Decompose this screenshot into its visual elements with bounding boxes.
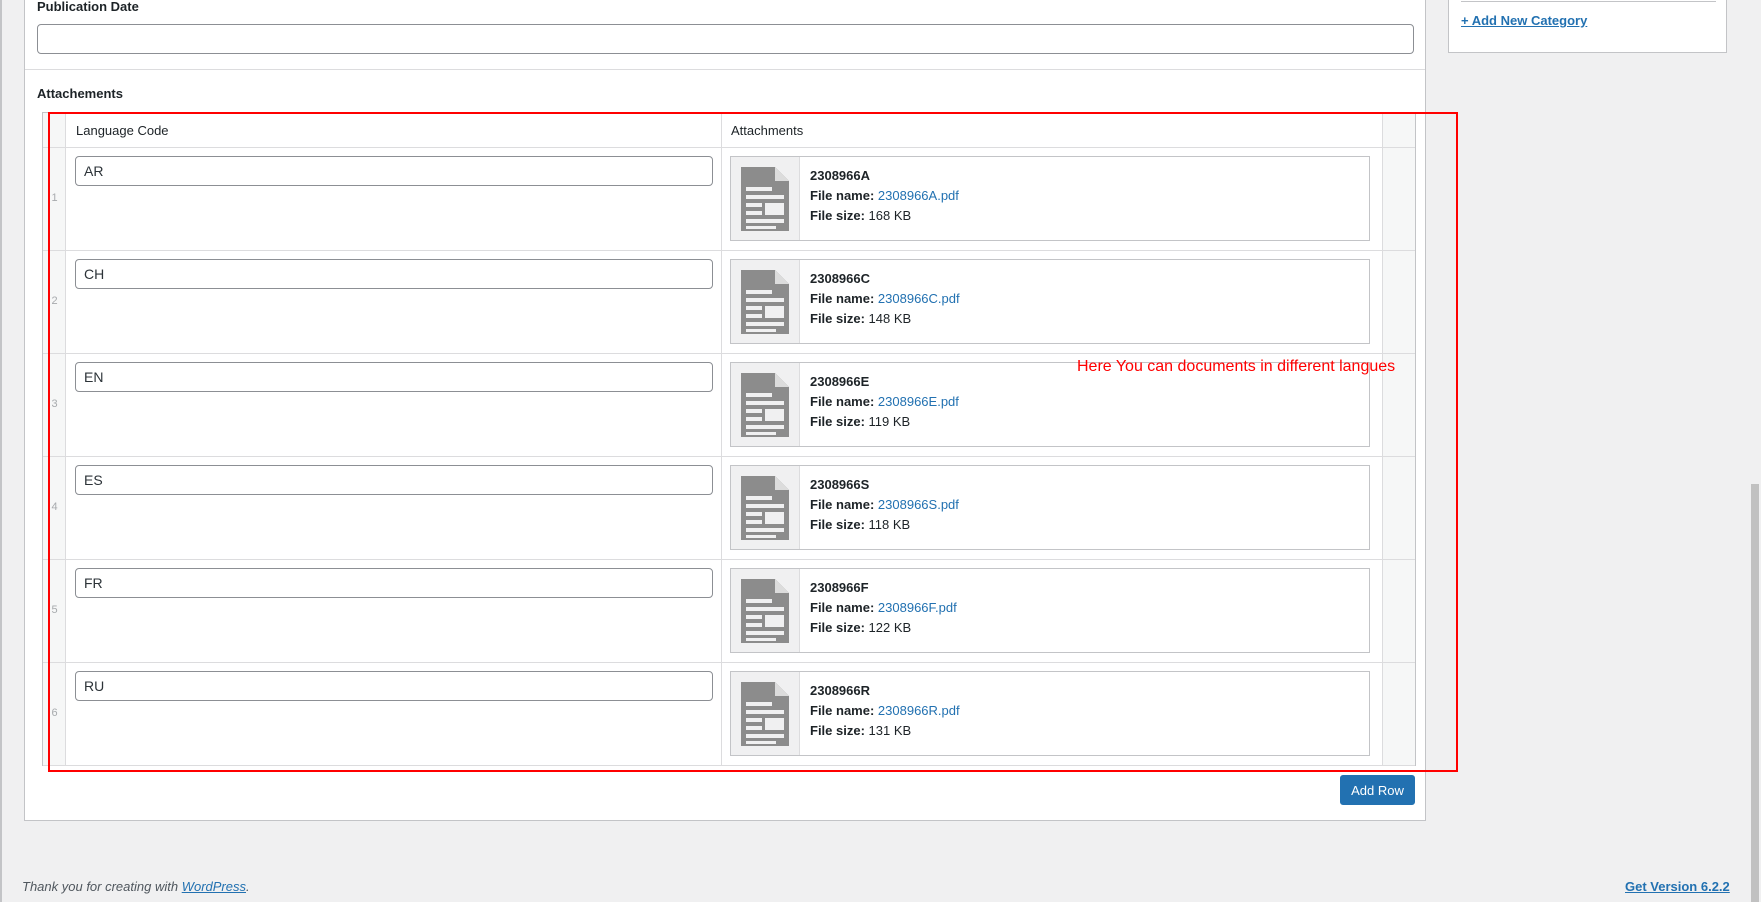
attachment-file-link[interactable]: 2308966F.pdf bbox=[878, 600, 957, 615]
attachment-title: 2308966C bbox=[810, 271, 870, 286]
table-row: 4 2308966S File name: 2308966S.pdf File siz… bbox=[43, 457, 1415, 560]
file-size-label: File size: bbox=[810, 311, 865, 326]
attachment-file-size: File size: 122 KB bbox=[810, 620, 911, 635]
file-size-value: 148 KB bbox=[868, 311, 912, 326]
footer-thanks: Thank you for creating with WordPress. bbox=[22, 879, 250, 894]
add-new-category-link[interactable]: + Add New Category bbox=[1461, 13, 1587, 28]
row-number[interactable]: 5 bbox=[43, 604, 66, 616]
row-number[interactable]: 4 bbox=[43, 501, 66, 513]
attachment-file-name: File name: 2308966S.pdf bbox=[810, 497, 959, 512]
row-number[interactable]: 2 bbox=[43, 295, 66, 307]
admin-left-edge bbox=[0, 0, 2, 902]
file-name-label: File name: bbox=[810, 600, 875, 615]
document-icon bbox=[731, 260, 800, 343]
attachment-file-name: File name: 2308966E.pdf bbox=[810, 394, 959, 409]
language-code-input[interactable] bbox=[75, 671, 713, 701]
file-size-label: File size: bbox=[810, 414, 865, 429]
attachment-file-size: File size: 168 KB bbox=[810, 208, 911, 223]
table-row: 5 2308966F File name: 2308966F.pdf File siz… bbox=[43, 560, 1415, 663]
document-icon bbox=[731, 157, 800, 240]
attachment-title: 2308966F bbox=[810, 580, 869, 595]
attachment-title: 2308966E bbox=[810, 374, 870, 389]
file-name-label: File name: bbox=[810, 703, 875, 718]
wordpress-link[interactable]: WordPress bbox=[182, 879, 246, 894]
attachment-file-name: File name: 2308966R.pdf bbox=[810, 703, 960, 718]
table-row: 2 2308966C File name: 2308966C.pdf File siz… bbox=[43, 251, 1415, 354]
field-divider bbox=[25, 69, 1425, 70]
table-header: Language Code Attachments bbox=[43, 113, 1415, 148]
document-icon bbox=[731, 363, 800, 446]
footer-thanks-prefix: Thank you for creating with bbox=[22, 879, 182, 894]
document-icon bbox=[731, 672, 800, 755]
attachment-file-name: File name: 2308966F.pdf bbox=[810, 600, 957, 615]
attachment-file[interactable]: 2308966R File name: 2308966R.pdf File size… bbox=[730, 671, 1370, 756]
attachment-file[interactable]: 2308966F File name: 2308966F.pdf File size… bbox=[730, 568, 1370, 653]
attachment-file-name: File name: 2308966A.pdf bbox=[810, 188, 959, 203]
attachment-file-link[interactable]: 2308966C.pdf bbox=[878, 291, 960, 306]
file-size-label: File size: bbox=[810, 517, 865, 532]
attachment-file-size: File size: 131 KB bbox=[810, 723, 911, 738]
language-code-input[interactable] bbox=[75, 362, 713, 392]
table-row: 1 2308966A File name: 2308966A.pdf File siz… bbox=[43, 148, 1415, 251]
file-name-label: File name: bbox=[810, 291, 875, 306]
footer-thanks-suffix: . bbox=[246, 879, 250, 894]
document-icon bbox=[731, 466, 800, 549]
row-number[interactable]: 1 bbox=[43, 192, 66, 204]
header-attachments: Attachments bbox=[731, 123, 804, 138]
get-version-link[interactable]: Get Version 6.2.2 bbox=[1625, 879, 1730, 894]
file-name-label: File name: bbox=[810, 394, 875, 409]
file-size-value: 119 KB bbox=[868, 414, 911, 429]
file-name-label: File name: bbox=[810, 497, 875, 512]
category-list-divider bbox=[1461, 1, 1716, 2]
attachment-file[interactable]: 2308966C File name: 2308966C.pdf File size… bbox=[730, 259, 1370, 344]
table-row: 6 2308966R File name: 2308966R.pdf File siz… bbox=[43, 663, 1415, 766]
attachment-title: 2308966R bbox=[810, 683, 870, 698]
publication-date-input[interactable] bbox=[37, 24, 1414, 54]
file-name-label: File name: bbox=[810, 188, 875, 203]
file-size-value: 131 KB bbox=[868, 723, 912, 738]
file-size-value: 122 KB bbox=[868, 620, 912, 635]
attachments-label: Attachements bbox=[37, 86, 123, 101]
publication-date-label: Publication Date bbox=[37, 0, 139, 14]
attachment-title: 2308966A bbox=[810, 168, 870, 183]
attachment-file-size: File size: 118 KB bbox=[810, 517, 910, 532]
category-panel: + Add New Category bbox=[1448, 0, 1727, 53]
attachment-file-size: File size: 148 KB bbox=[810, 311, 911, 326]
file-size-value: 118 KB bbox=[868, 517, 911, 532]
attachment-file[interactable]: 2308966A File name: 2308966A.pdf File size… bbox=[730, 156, 1370, 241]
language-code-input[interactable] bbox=[75, 568, 713, 598]
file-size-label: File size: bbox=[810, 208, 865, 223]
row-number[interactable]: 6 bbox=[43, 707, 66, 719]
attachment-file-link[interactable]: 2308966S.pdf bbox=[878, 497, 959, 512]
attachment-file[interactable]: 2308966S File name: 2308966S.pdf File size… bbox=[730, 465, 1370, 550]
file-size-label: File size: bbox=[810, 723, 865, 738]
row-number[interactable]: 3 bbox=[43, 398, 66, 410]
file-size-value: 168 KB bbox=[868, 208, 912, 223]
attachment-file-link[interactable]: 2308966E.pdf bbox=[878, 394, 959, 409]
attachment-title: 2308966S bbox=[810, 477, 870, 492]
add-row-button[interactable]: Add Row bbox=[1340, 775, 1415, 805]
document-icon bbox=[731, 569, 800, 652]
attachments-repeater-table: Language Code Attachments 1 2308966A File … bbox=[42, 112, 1416, 766]
attachment-file-link[interactable]: 2308966A.pdf bbox=[878, 188, 959, 203]
language-code-input[interactable] bbox=[75, 465, 713, 495]
language-code-input[interactable] bbox=[75, 259, 713, 289]
annotation-text: Here You can documents in different lang… bbox=[1077, 358, 1396, 375]
attachment-file-name: File name: 2308966C.pdf bbox=[810, 291, 960, 306]
attachment-file-size: File size: 119 KB bbox=[810, 414, 910, 429]
scrollbar-thumb[interactable] bbox=[1751, 484, 1759, 902]
attachment-file-link[interactable]: 2308966R.pdf bbox=[878, 703, 960, 718]
language-code-input[interactable] bbox=[75, 156, 713, 186]
header-language-code: Language Code bbox=[76, 123, 169, 138]
file-size-label: File size: bbox=[810, 620, 865, 635]
